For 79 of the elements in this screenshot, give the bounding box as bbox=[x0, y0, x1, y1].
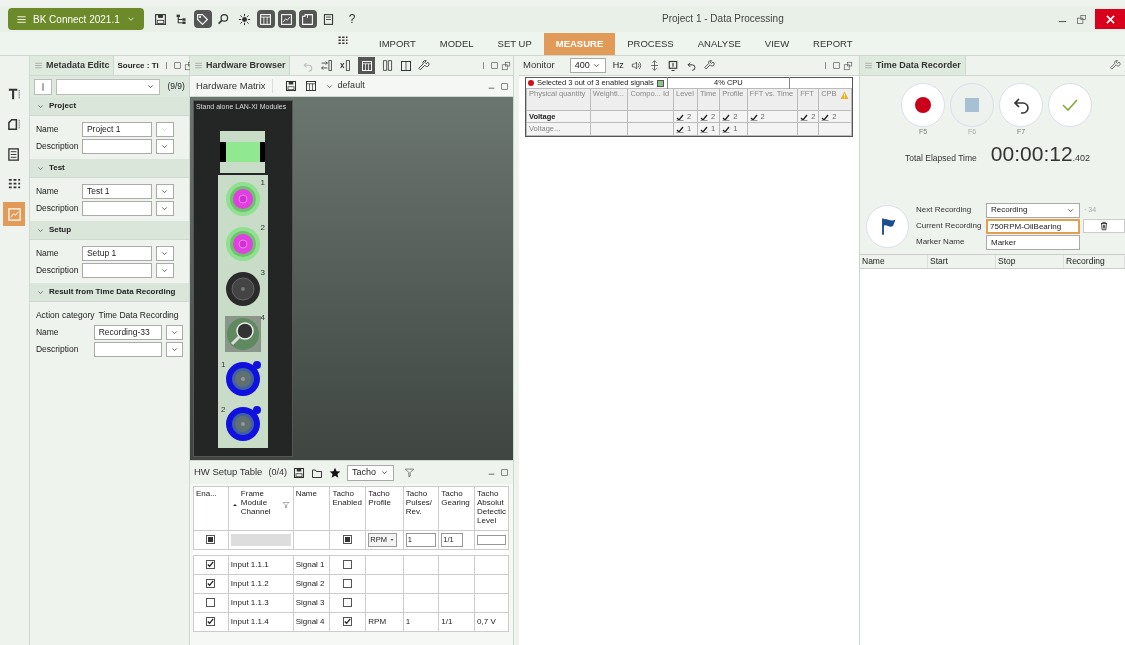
field-label: Description bbox=[35, 342, 80, 356]
column-header[interactable]: Stop bbox=[996, 254, 1064, 268]
connector-number: 1 bbox=[220, 360, 226, 369]
section-title: Project bbox=[48, 100, 77, 112]
panel-tab[interactable]: Source : Ti bbox=[114, 59, 162, 72]
field-label: Name bbox=[35, 246, 60, 260]
table-cell: RPM bbox=[368, 617, 387, 626]
field-label: Description bbox=[35, 139, 80, 153]
ribbon-tab[interactable]: IMPORT bbox=[367, 33, 428, 55]
app-menu-button[interactable]: BK Connect 2021.1 bbox=[8, 8, 144, 30]
column-label: Frame Module Channel bbox=[240, 489, 272, 516]
connector-number: 2 bbox=[220, 405, 226, 414]
field-label: Action category bbox=[35, 308, 95, 322]
ribbon-tab[interactable]: SET UP bbox=[485, 33, 544, 55]
column-header[interactable]: Name bbox=[293, 486, 330, 531]
layout-dropdown[interactable]: default bbox=[324, 79, 365, 93]
column-header[interactable]: Tacho Absolut Detectic Level bbox=[474, 486, 509, 531]
table-cell: Signal 2 bbox=[295, 579, 325, 588]
section-title: Result from Time Data Recording bbox=[48, 286, 176, 298]
ribbon-tab[interactable]: ANALYSE bbox=[685, 33, 753, 55]
field-label: Name bbox=[35, 184, 60, 198]
column-header[interactable]: Frame Module Channel bbox=[228, 486, 294, 531]
column-header[interactable]: Tacho Pulses/ Rev. bbox=[403, 486, 439, 531]
table-cell: Signal 3 bbox=[295, 598, 325, 607]
field-label: Current Recording bbox=[916, 220, 983, 232]
connector-number: 3 bbox=[260, 268, 265, 277]
field-label: Name bbox=[35, 325, 60, 339]
help-button[interactable]: ? bbox=[348, 10, 356, 28]
ribbon-tab[interactable]: MODEL bbox=[427, 33, 486, 55]
column-header[interactable]: Tacho Gearing bbox=[438, 486, 475, 531]
filter-dropdown[interactable]: Tacho bbox=[346, 464, 394, 481]
section-title: Setup bbox=[48, 224, 72, 236]
table-cell: 1 bbox=[405, 617, 411, 626]
column-header[interactable]: Tacho Enabled bbox=[330, 486, 366, 531]
field-value: Time Data Recording bbox=[98, 308, 179, 322]
ribbon-tab[interactable]: VIEW bbox=[752, 33, 802, 55]
table-cell: Input 1.1.3 bbox=[230, 598, 269, 607]
connector-number: 2 bbox=[260, 223, 265, 232]
table-cell: 1/1 bbox=[441, 617, 453, 626]
window-title: Project 1 - Data Processing bbox=[662, 12, 784, 26]
table-cell: 0,7 V bbox=[477, 617, 496, 626]
panel-title: Monitor bbox=[523, 58, 556, 73]
column-header[interactable]: Name bbox=[860, 254, 928, 268]
elapsed-time: 00:00:12.402 bbox=[990, 141, 1091, 167]
table-cell: Signal 4 bbox=[295, 617, 325, 626]
table-cell: Input 1.1.2 bbox=[230, 579, 269, 588]
connector-number: 1 bbox=[260, 178, 265, 187]
text-field[interactable]: Recording-33 bbox=[93, 324, 162, 340]
item-count: (0/4) bbox=[268, 465, 287, 479]
rate-dropdown[interactable]: 400 bbox=[569, 58, 606, 73]
panel-title: Metadata Editc bbox=[45, 58, 110, 72]
current-recording-field[interactable]: 750RPM-OilBearing bbox=[986, 218, 1080, 234]
ribbon-tab[interactable]: REPORT bbox=[801, 33, 865, 55]
column-header[interactable]: Start bbox=[928, 254, 996, 268]
field-label: Name bbox=[35, 122, 60, 136]
elapsed-label: Total Elapsed Time bbox=[905, 151, 977, 165]
unit-label: Hz bbox=[612, 58, 624, 72]
table-cell: Input 1.1.1 bbox=[230, 560, 269, 569]
recording-dropdown[interactable]: Recording bbox=[986, 202, 1080, 218]
section-title: Test bbox=[48, 162, 65, 174]
field-label: Marker Name bbox=[916, 236, 966, 248]
connector-number: 4 bbox=[260, 313, 265, 322]
field-label: Description bbox=[35, 263, 80, 277]
column-header[interactable]: Tacho Profile bbox=[365, 486, 404, 531]
table-cell: Input 1.1.4 bbox=[230, 617, 269, 626]
panel-title: Time Data Recorder bbox=[876, 58, 961, 72]
column-header[interactable]: Recording bbox=[1064, 254, 1125, 268]
marker-name-field[interactable]: Marker bbox=[986, 234, 1080, 250]
panel-title: Hardware Matrix bbox=[189, 78, 273, 94]
ribbon-tab[interactable]: PROCESS bbox=[615, 33, 686, 55]
text-field[interactable]: Test 1 bbox=[81, 183, 152, 199]
panel-title: Hardware Browser bbox=[205, 58, 286, 72]
column-header[interactable]: Ena... bbox=[193, 486, 229, 531]
field-label: Next Recording bbox=[916, 204, 973, 216]
table-cell: Signal 1 bbox=[295, 560, 325, 569]
item-count: (9/9) bbox=[167, 80, 185, 93]
text-field[interactable]: Setup 1 bbox=[81, 245, 152, 261]
field-label: Description bbox=[35, 201, 80, 215]
panel-title: HW Setup Table bbox=[193, 465, 263, 480]
